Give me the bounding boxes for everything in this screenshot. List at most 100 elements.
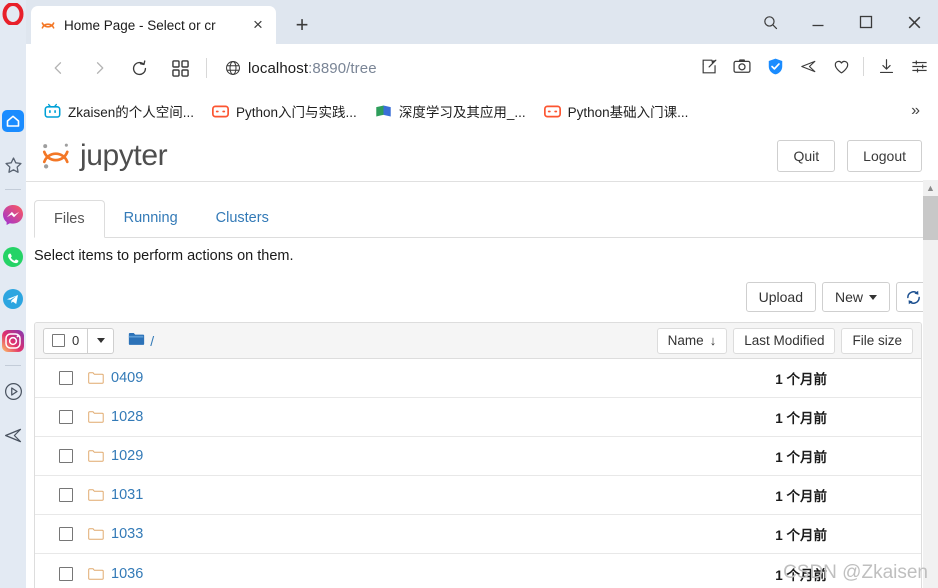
csdn-icon	[212, 103, 230, 120]
modified-date: 1 个月前	[775, 489, 827, 504]
logout-button[interactable]: Logout	[847, 140, 922, 172]
book-icon	[375, 103, 392, 120]
sidebar-item-instagram[interactable]	[2, 330, 24, 352]
breadcrumb-path: /	[150, 332, 155, 349]
folder-name[interactable]: 1033	[111, 526, 143, 542]
row-checkbox[interactable]	[59, 449, 73, 463]
new-tab-button[interactable]: +	[288, 11, 316, 39]
tab-close-icon[interactable]: ×	[248, 15, 268, 35]
maximize-button[interactable]	[842, 0, 890, 44]
row-checkbox[interactable]	[59, 410, 73, 424]
sidebar-item-player[interactable]	[2, 380, 24, 402]
header-buttons: Quit Logout	[777, 140, 922, 172]
bookmark-item[interactable]: Zkaisen的个人空间...	[44, 101, 194, 121]
jupyter-tabs: Files Running Clusters	[34, 200, 930, 238]
modified-date: 1 个月前	[775, 450, 827, 465]
settings-sliders-icon[interactable]	[908, 55, 930, 77]
table-row[interactable]: 1033 1 个月前	[35, 515, 921, 554]
sidebar-item-telegram[interactable]	[2, 288, 24, 310]
camera-icon[interactable]	[731, 55, 753, 77]
table-row[interactable]: 1036 1 个月前	[35, 554, 921, 588]
breadcrumb[interactable]: /	[128, 331, 154, 351]
sort-buttons: Name ↓ Last Modified File size	[656, 327, 913, 354]
modified-date: 1 个月前	[775, 372, 827, 387]
table-row[interactable]: 1028 1 个月前	[35, 398, 921, 437]
sort-by-modified-button[interactable]: Last Modified	[733, 327, 836, 354]
bookmark-item[interactable]: Python入门与实践...	[212, 101, 357, 121]
title-bar: Home Page - Select or cr × +	[26, 0, 938, 44]
selected-count: 0	[72, 333, 80, 348]
tab-clusters[interactable]: Clusters	[197, 199, 288, 237]
folder-icon	[88, 410, 104, 424]
snapshot-icon[interactable]	[698, 55, 720, 77]
nav-action-icons	[698, 55, 930, 77]
opera-logo-icon[interactable]	[2, 3, 24, 25]
select-dropdown-button[interactable]	[88, 327, 115, 354]
sort-by-size-button[interactable]: File size	[841, 327, 913, 354]
minimize-button[interactable]	[794, 0, 842, 44]
scroll-up-arrow-icon[interactable]: ▲	[923, 180, 938, 196]
grid-icon[interactable]	[167, 55, 193, 81]
selection-hint: Select items to perform actions on them.	[34, 248, 294, 264]
select-all-checkbox[interactable]	[52, 334, 65, 347]
row-checkbox[interactable]	[59, 527, 73, 541]
sidebar-item-home[interactable]	[2, 110, 24, 132]
jupyter-page: jupyter Quit Logout Files Running Cluste…	[26, 130, 938, 588]
reload-icon[interactable]	[126, 55, 152, 81]
sidebar-item-send[interactable]	[2, 424, 24, 446]
new-button-label: New	[834, 289, 863, 305]
address-bar[interactable]: localhost:8890/tree	[248, 56, 377, 80]
new-button[interactable]: New	[821, 282, 890, 312]
row-checkbox[interactable]	[59, 488, 73, 502]
download-icon[interactable]	[875, 55, 897, 77]
heart-icon[interactable]	[830, 55, 852, 77]
refresh-icon	[906, 290, 920, 304]
sidebar-item-messenger[interactable]	[2, 204, 24, 226]
navigation-bar: localhost:8890/tree	[26, 44, 938, 92]
tab-running[interactable]: Running	[105, 199, 197, 237]
folder-icon	[88, 449, 104, 463]
chevron-down-icon	[96, 338, 105, 343]
row-checkbox[interactable]	[59, 566, 73, 581]
sidebar-item-whatsapp[interactable]	[2, 246, 24, 268]
scrollbar-thumb[interactable]	[923, 196, 938, 240]
table-row[interactable]: 1031 1 个月前	[35, 476, 921, 515]
upload-button[interactable]: Upload	[745, 282, 816, 312]
folder-name[interactable]: 1028	[111, 409, 143, 425]
browser-tab[interactable]: Home Page - Select or cr ×	[31, 6, 276, 44]
tab-title: Home Page - Select or cr	[64, 17, 216, 33]
sidebar-divider-1	[5, 189, 21, 190]
bookmark-item[interactable]: 深度学习及其应用_...	[375, 101, 526, 121]
page-scrollbar[interactable]: ▲	[923, 180, 938, 588]
search-icon[interactable]	[746, 0, 794, 44]
sidebar-item-favorites[interactable]	[2, 154, 24, 176]
forward-arrow-icon[interactable]	[86, 55, 112, 81]
bilibili-icon	[44, 103, 61, 120]
file-list: 0 / Name ↓ Last Modified File size 0409 …	[34, 322, 922, 588]
bookmarks-overflow-button[interactable]: »	[911, 102, 920, 120]
close-button[interactable]	[890, 0, 938, 44]
chevron-down-icon	[869, 294, 877, 300]
sort-by-name-button[interactable]: Name ↓	[656, 327, 728, 354]
select-all-button[interactable]: 0	[43, 327, 89, 354]
jupyter-logo[interactable]: jupyter	[38, 138, 168, 174]
back-arrow-icon[interactable]	[46, 55, 72, 81]
tab-files[interactable]: Files	[34, 200, 105, 238]
sort-descending-arrow-icon: ↓	[709, 333, 717, 348]
vpn-shield-icon[interactable]	[764, 55, 786, 77]
bookmark-label: Zkaisen的个人空间...	[68, 105, 195, 120]
row-checkbox[interactable]	[59, 371, 73, 385]
quit-button[interactable]: Quit	[777, 140, 836, 172]
globe-icon[interactable]	[220, 55, 246, 81]
bookmark-item[interactable]: Python基础入门课...	[543, 101, 688, 121]
jupyter-logo-icon	[42, 143, 69, 169]
folder-name[interactable]: 0409	[111, 370, 143, 386]
send-icon[interactable]	[797, 55, 819, 77]
table-row[interactable]: 1029 1 个月前	[35, 437, 921, 476]
nav-divider	[206, 58, 207, 78]
folder-name[interactable]: 1036	[111, 566, 143, 582]
folder-name[interactable]: 1029	[111, 448, 143, 464]
file-list-header: 0 / Name ↓ Last Modified File size	[35, 323, 921, 359]
folder-name[interactable]: 1031	[111, 487, 143, 503]
table-row[interactable]: 0409 1 个月前	[35, 359, 921, 398]
